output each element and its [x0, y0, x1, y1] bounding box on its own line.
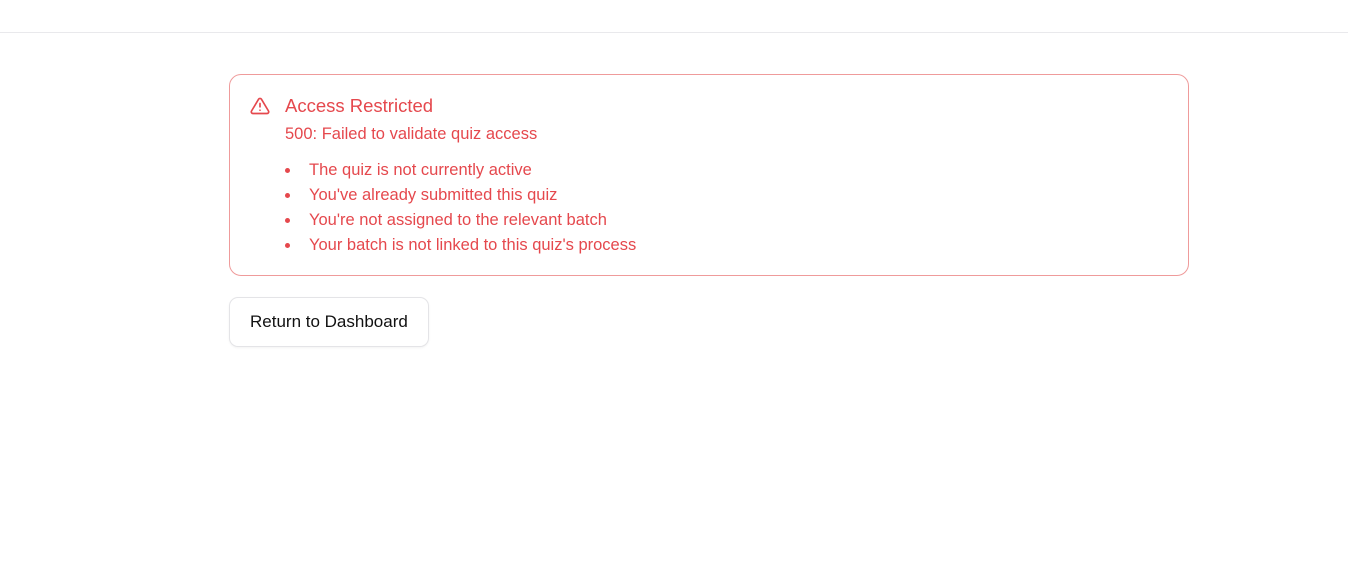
reason-text: The quiz is not currently active [309, 161, 532, 179]
bullet-icon [285, 193, 290, 198]
bullet-icon [285, 168, 290, 173]
reason-text: Your batch is not linked to this quiz's … [309, 236, 637, 254]
reason-item: The quiz is not currently active [285, 158, 1168, 183]
return-to-dashboard-button[interactable]: Return to Dashboard [229, 297, 429, 347]
alert-description: 500: Failed to validate quiz access [285, 125, 538, 143]
reason-item: Your batch is not linked to this quiz's … [285, 233, 1168, 258]
main-content: Access Restricted 500: Failed to validat… [229, 74, 1189, 347]
reason-text: You're not assigned to the relevant batc… [309, 211, 607, 229]
top-header-bar [0, 0, 1348, 33]
reason-item: You're not assigned to the relevant batc… [285, 208, 1168, 233]
bullet-icon [285, 218, 290, 223]
alert-title: Access Restricted [285, 95, 434, 116]
reason-text: You've already submitted this quiz [309, 186, 558, 204]
access-restricted-alert: Access Restricted 500: Failed to validat… [229, 74, 1189, 276]
reason-item: You've already submitted this quiz [285, 183, 1168, 208]
bullet-icon [285, 243, 290, 248]
alert-body: Access Restricted 500: Failed to validat… [285, 95, 1168, 258]
reasons-list: The quiz is not currently active You've … [285, 158, 1168, 258]
warning-triangle-icon [250, 96, 270, 116]
